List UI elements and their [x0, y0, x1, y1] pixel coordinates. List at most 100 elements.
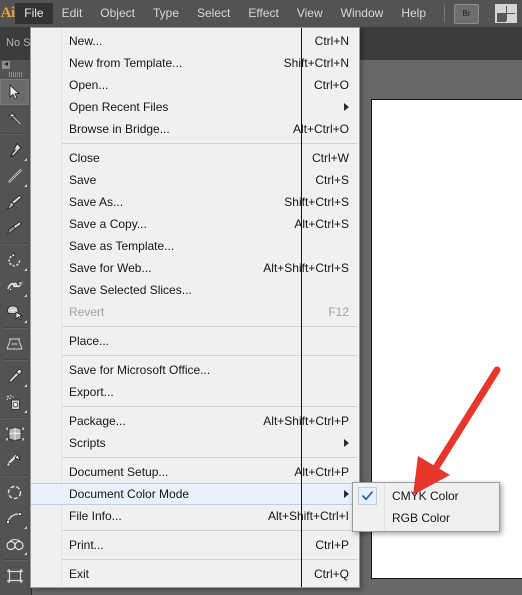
menu-item-place[interactable]: Place... — [31, 330, 359, 352]
arrange-documents-icon[interactable] — [495, 4, 517, 23]
menu-item-label: Save for Web... — [69, 261, 152, 275]
menu-item-document-setup[interactable]: Document Setup... Alt+Ctrl+P — [31, 461, 359, 483]
menu-item-save-for-microsoft-office[interactable]: Save for Microsoft Office... — [31, 359, 359, 381]
pen-tool[interactable] — [0, 137, 29, 163]
tools-divider — [3, 133, 28, 135]
menu-item-shortcut: Alt+Ctrl+O — [292, 122, 349, 136]
tools-panel: ◄ — [0, 60, 32, 595]
menu-item-file-info[interactable]: File Info... Alt+Shift+Ctrl+I — [31, 505, 359, 527]
blend-tool[interactable] — [0, 531, 29, 557]
menu-item-label: Place... — [69, 334, 110, 348]
menu-item-document-color-mode[interactable]: Document Color Mode — [31, 483, 359, 505]
hand-tool[interactable] — [0, 589, 29, 595]
tools-divider — [3, 475, 28, 477]
submenu-item-rgb-color[interactable]: RGB Color — [353, 507, 499, 529]
menubar-item-edit[interactable]: Edit — [53, 3, 92, 24]
ai-logo-icon: Ai — [0, 5, 16, 21]
menu-item-save-as-template[interactable]: Save as Template... — [31, 235, 359, 257]
menu-item-print[interactable]: Print... Ctrl+P — [31, 534, 359, 556]
menubar-item-window[interactable]: Window — [332, 3, 393, 24]
menu-item-label: New... — [69, 34, 103, 48]
menubar-item-help[interactable]: Help — [392, 3, 435, 24]
menubar-item-type[interactable]: Type — [144, 3, 188, 24]
width-tool[interactable] — [0, 273, 29, 299]
menu-item-exit[interactable]: Exit Ctrl+Q — [31, 563, 359, 585]
menu-item-new-from-template[interactable]: New from Template... Shift+Ctrl+N — [31, 52, 359, 74]
submenu-item-cmyk-color[interactable]: CMYK Color — [353, 485, 499, 507]
menu-item-shortcut: Ctrl+W — [312, 151, 349, 165]
magic-wand-tool[interactable] — [0, 105, 29, 131]
menu-item-label: Open... — [69, 78, 109, 92]
menu-item-shortcut: Shift+Ctrl+N — [283, 56, 349, 70]
menu-item-package[interactable]: Package... Alt+Shift+Ctrl+P — [31, 410, 359, 432]
menubar-item-effect[interactable]: Effect — [239, 3, 287, 24]
menu-item-save-a-copy[interactable]: Save a Copy... Alt+Ctrl+S — [31, 213, 359, 235]
chevron-right-icon — [344, 103, 349, 111]
menu-item-shortcut: Alt+Ctrl+S — [294, 217, 349, 231]
tools-divider — [3, 359, 28, 361]
menu-item-open[interactable]: Open... Ctrl+O — [31, 74, 359, 96]
gradient-mesh-tool[interactable] — [0, 421, 29, 447]
submenu-item-label: CMYK Color — [392, 489, 459, 503]
menu-item-save-as[interactable]: Save As... Shift+Ctrl+S — [31, 191, 359, 213]
arc-tool[interactable] — [0, 505, 29, 531]
line-segment-tool[interactable] — [0, 163, 29, 189]
paintbrush-tool[interactable] — [0, 189, 29, 215]
chevron-right-icon — [344, 439, 349, 447]
menubar-item-select[interactable]: Select — [188, 3, 239, 24]
free-transform-tool[interactable] — [0, 447, 29, 473]
artboard-tool[interactable] — [0, 563, 29, 589]
menu-item-label: New from Template... — [69, 56, 183, 70]
perspective-grid-tool[interactable] — [0, 331, 29, 357]
menu-item-browse-in-bridge[interactable]: Browse in Bridge... Alt+Ctrl+O — [31, 118, 359, 140]
menu-item-label: Save a Copy... — [69, 217, 147, 231]
blob-brush-tool[interactable] — [0, 215, 29, 241]
tools-panel-grip[interactable] — [0, 70, 31, 79]
tool-flyout-indicator — [24, 384, 27, 387]
gradient-tool[interactable] — [0, 479, 29, 505]
menu-item-scripts[interactable]: Scripts — [31, 432, 359, 454]
bridge-button[interactable]: Br — [454, 3, 479, 24]
document-color-mode-submenu: CMYK Color RGB Color — [352, 482, 500, 532]
menu-item-shortcut: Ctrl+P — [315, 538, 349, 552]
tools-divider — [3, 417, 28, 419]
menu-item-shortcut: Ctrl+N — [314, 34, 349, 48]
menu-item-close[interactable]: Close Ctrl+W — [31, 147, 359, 169]
menu-item-label: Scripts — [69, 436, 106, 450]
tool-flyout-indicator — [24, 294, 27, 297]
menubar-item-object[interactable]: Object — [91, 3, 144, 24]
eyedropper-tool[interactable] — [0, 363, 29, 389]
menubar-divider — [444, 5, 445, 22]
menu-item-open-recent-files[interactable]: Open Recent Files — [31, 96, 359, 118]
menu-item-shortcut: Ctrl+Q — [313, 567, 349, 581]
menu-item-label: Print... — [69, 538, 104, 552]
menu-item-label: Save as Template... — [69, 239, 175, 253]
selection-tool[interactable] — [0, 79, 29, 105]
menu-separator — [62, 143, 357, 144]
tools-divider — [3, 243, 28, 245]
menu-item-label: Close — [69, 151, 100, 165]
menu-item-save-selected-slices[interactable]: Save Selected Slices... — [31, 279, 359, 301]
menu-item-label: Save As... — [69, 195, 124, 209]
menu-item-label: Revert — [69, 305, 105, 319]
menu-item-shortcut: Ctrl+O — [313, 78, 349, 92]
symbol-sprayer-tool[interactable] — [0, 389, 29, 415]
menu-item-save[interactable]: Save Ctrl+S — [31, 169, 359, 191]
menu-item-shortcut: Alt+Shift+Ctrl+I — [267, 509, 349, 523]
tool-flyout-indicator — [24, 552, 27, 555]
menu-item-label: Exit — [69, 567, 90, 581]
menu-separator — [62, 326, 357, 327]
collapse-panel-icon[interactable]: ◄ — [2, 61, 10, 69]
menu-bar: Ai File Edit Object Type Select Effect V… — [0, 0, 522, 27]
menubar-item-file[interactable]: File — [15, 3, 53, 24]
menu-item-save-for-web[interactable]: Save for Web... Alt+Shift+Ctrl+S — [31, 257, 359, 279]
menu-item-new[interactable]: New... Ctrl+N — [31, 30, 359, 52]
shape-builder-tool[interactable] — [0, 299, 29, 325]
menubar-item-view[interactable]: View — [288, 3, 332, 24]
chevron-right-icon — [344, 490, 349, 498]
menu-item-export[interactable]: Export... — [31, 381, 359, 403]
rotate-tool[interactable] — [0, 247, 29, 273]
tool-flyout-indicator — [24, 410, 27, 413]
menu-separator — [62, 559, 357, 560]
menu-bar-items: File Edit Object Type Select Effect View… — [15, 0, 435, 27]
